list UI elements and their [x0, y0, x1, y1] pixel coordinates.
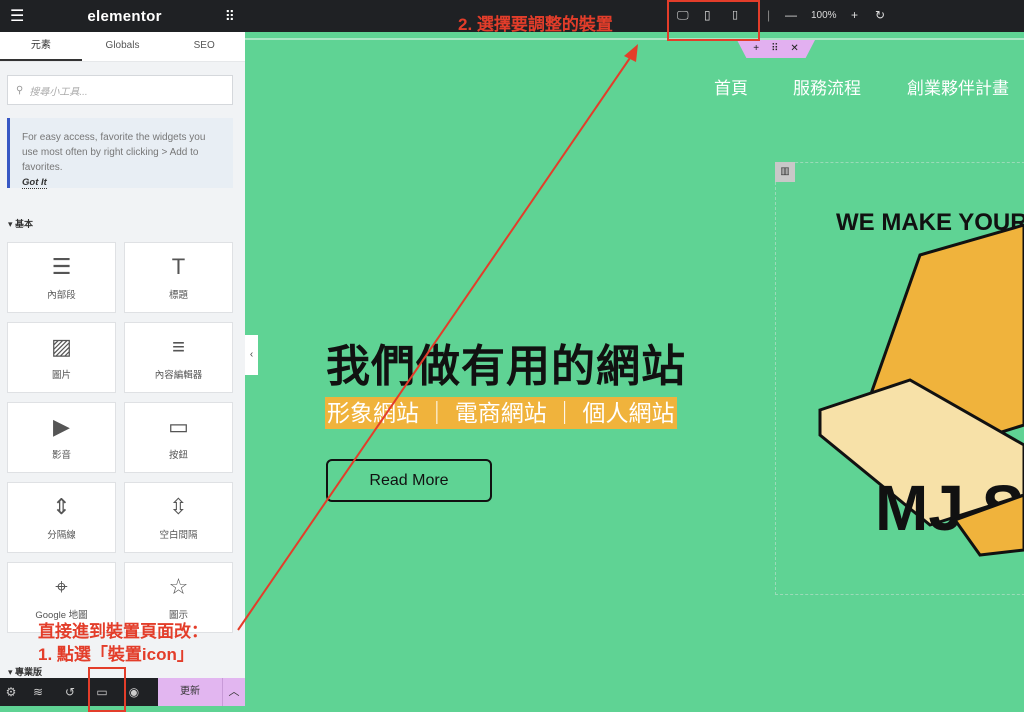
annotation-arrow: [237, 44, 638, 631]
